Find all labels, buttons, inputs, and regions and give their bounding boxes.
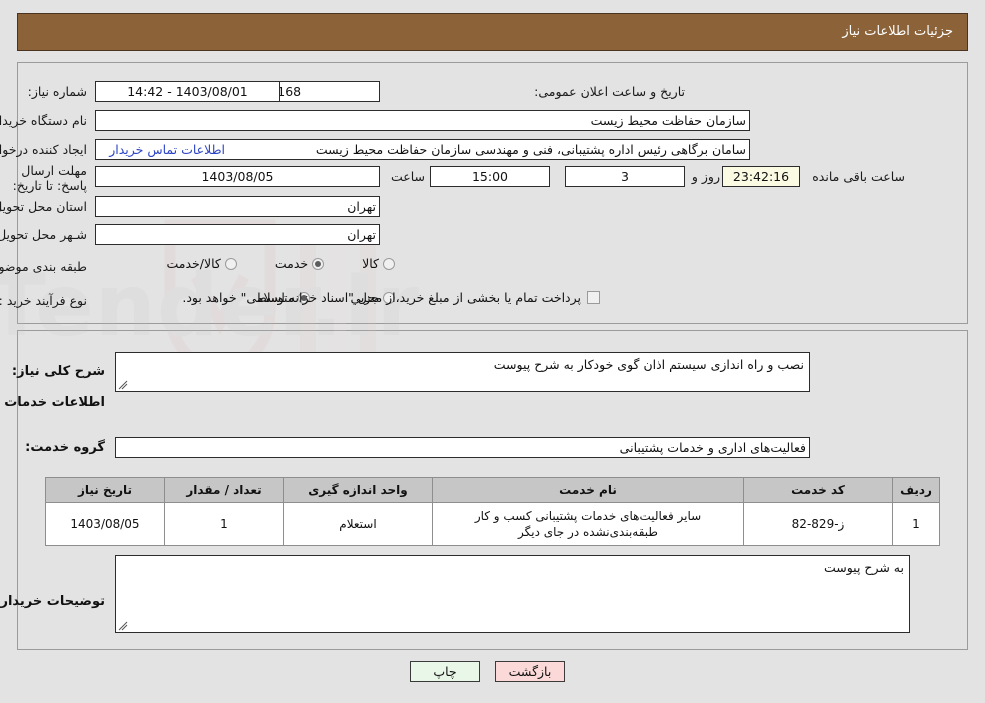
services-section-title: اطلاعات خدمات مورد نیاز xyxy=(0,395,105,410)
service-group-label: گروه خدمت: xyxy=(25,440,105,455)
col-service-name: نام خدمت xyxy=(432,477,744,503)
window-titlebar: جزئیات اطلاعات نیاز xyxy=(17,13,968,51)
col-row-no: ردیف xyxy=(892,477,940,503)
buyer-notes-textarea[interactable]: به شرح پیوست xyxy=(115,555,910,633)
page-root: AriaTender.Ir جزئیات اطلاعات نیاز شماره … xyxy=(0,0,985,703)
countdown-timer: 23:42:16 xyxy=(722,166,800,187)
cell-service-code: ز-829-82 xyxy=(743,502,893,546)
remaining-days-value: 3 xyxy=(565,166,685,187)
deadline-time-value: 15:00 xyxy=(430,166,550,187)
deadline-date-value: 1403/08/05 xyxy=(95,166,380,187)
announcement-datetime-label: تاریخ و ساعت اعلان عمومی: xyxy=(534,84,685,99)
page-title: جزئیات اطلاعات نیاز xyxy=(842,24,953,39)
table-header-row: ردیف کد خدمت نام خدمت واحد اندازه گیری ت… xyxy=(45,477,940,503)
cell-quantity: 1 xyxy=(164,502,284,546)
need-number-label: شماره نیاز: xyxy=(27,84,87,99)
category-label-service: خدمت xyxy=(274,256,309,271)
category-radio-goods[interactable]: کالا xyxy=(362,256,395,271)
cell-row-no: 1 xyxy=(892,502,940,546)
buyer-contact-link[interactable]: اطلاعات تماس خریدار xyxy=(109,142,225,157)
col-unit: واحد اندازه گیری xyxy=(283,477,433,503)
need-description-value: نصب و راه اندازی سیستم اذان گوی خودکار ب… xyxy=(493,357,804,372)
cell-need-date: 1403/08/05 xyxy=(45,502,165,546)
subject-category-label: طبقه بندی موضوعی: xyxy=(0,259,87,274)
buyer-org-value: سازمان حفاظت محیط زیست xyxy=(95,110,750,131)
deadline-time-label: ساعت xyxy=(390,169,425,184)
announcement-datetime-value: 1403/08/01 - 14:42 xyxy=(95,81,280,102)
treasury-bond-option[interactable]: پرداخت تمام یا بخشی از مبلغ خرید،از محل … xyxy=(182,290,600,305)
need-description-textarea[interactable]: نصب و راه اندازی سیستم اذان گوی خودکار ب… xyxy=(115,352,810,392)
col-need-date: تاریخ نیاز xyxy=(45,477,165,503)
subject-category-radio-group[interactable]: کالا خدمت کالا/خدمت xyxy=(166,256,395,271)
delivery-province-value: تهران xyxy=(95,196,380,217)
category-label-goods: کالا xyxy=(362,256,379,271)
buyer-notes-label: توضیحات خریدار: xyxy=(0,594,105,609)
cell-unit: استعلام xyxy=(283,502,433,546)
treasury-bond-text: پرداخت تمام یا بخشی از مبلغ خرید،از محل … xyxy=(182,290,581,305)
category-radio-service[interactable]: خدمت xyxy=(274,256,325,271)
need-description-label: شرح کلی نیاز: xyxy=(11,364,105,379)
radio-indicator-goods[interactable] xyxy=(383,257,395,270)
service-group-value: فعالیت‌های اداری و خدمات پشتیبانی xyxy=(115,437,810,458)
buyer-org-label: نام دستگاه خریدار: xyxy=(0,113,87,128)
response-deadline-label: مهلت ارسال پاسخ: تا تاریخ: xyxy=(12,163,87,193)
category-radio-goods-service[interactable]: کالا/خدمت xyxy=(166,256,237,271)
radio-indicator-goods-service[interactable] xyxy=(224,257,237,270)
purchase-process-label: نوع فرآیند خرید : xyxy=(0,293,87,308)
print-button[interactable]: چاپ xyxy=(410,661,480,682)
remaining-hours-label: ساعت باقی مانده xyxy=(812,169,905,184)
table-row: 1 ز-829-82 سایر فعالیت‌های خدمات پشتیبان… xyxy=(45,502,940,546)
col-service-code: کد خدمت xyxy=(743,477,893,503)
back-button[interactable]: بازگشت xyxy=(495,661,565,682)
resize-grip-icon[interactable] xyxy=(118,380,128,390)
buyer-notes-value: به شرح پیوست xyxy=(823,560,904,575)
category-label-goods-service: کالا/خدمت xyxy=(166,256,221,271)
requester-label: ایجاد کننده درخواست: xyxy=(0,142,87,157)
radio-indicator-service[interactable] xyxy=(312,257,325,270)
resize-grip-icon-notes[interactable] xyxy=(118,621,128,631)
delivery-city-label: شـهر محل تحویل: xyxy=(0,227,87,242)
remaining-days-label: روز و xyxy=(691,169,720,184)
treasury-bond-checkbox[interactable] xyxy=(587,291,600,304)
cell-service-name: سایر فعالیت‌های خدمات پشتیبانی کسب و کار… xyxy=(432,502,744,546)
delivery-province-label: استان محل تحویل: xyxy=(0,199,87,214)
delivery-city-value: تهران xyxy=(95,224,380,245)
col-quantity: تعداد / مقدار xyxy=(164,477,284,503)
service-items-table: ردیف کد خدمت نام خدمت واحد اندازه گیری ت… xyxy=(45,477,940,546)
